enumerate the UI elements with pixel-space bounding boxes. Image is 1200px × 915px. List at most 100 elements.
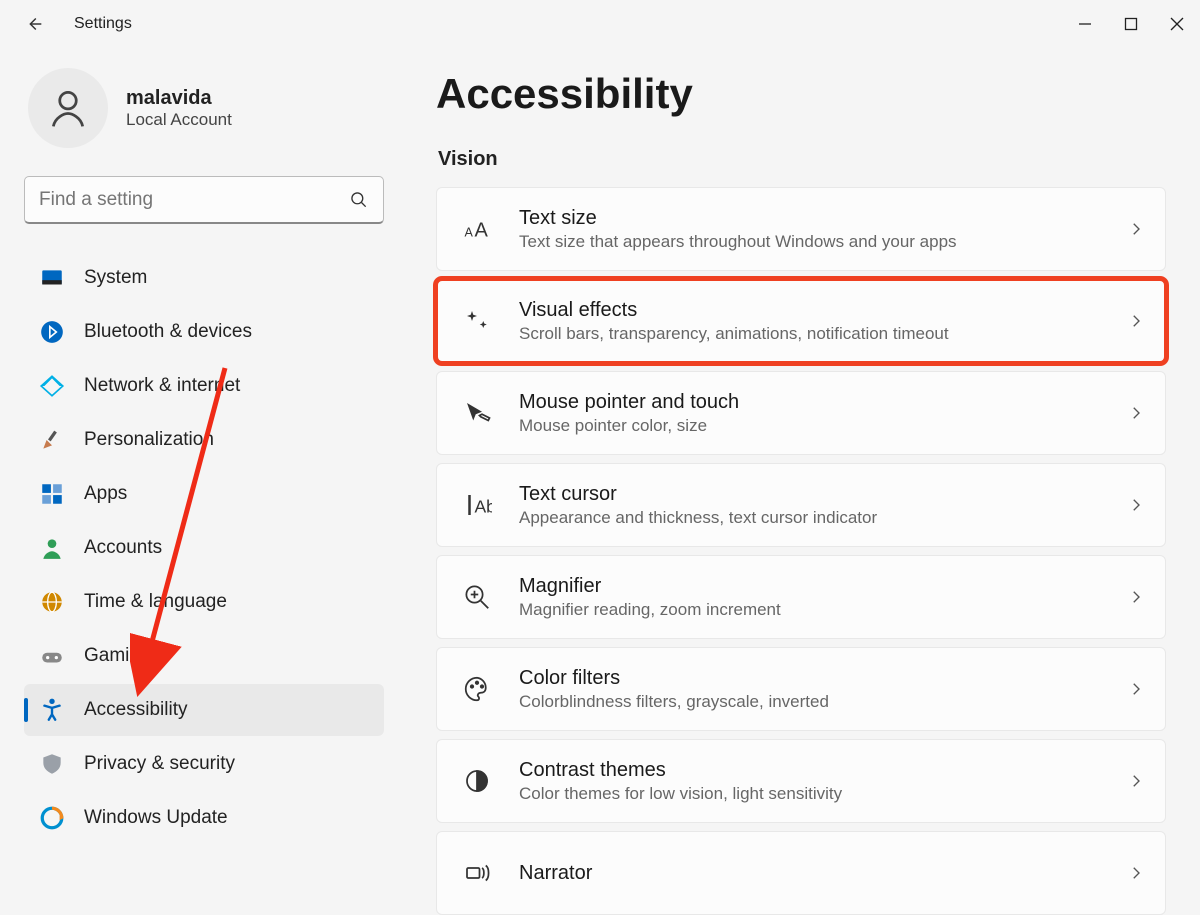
sidebar-item-label: Apps [84,483,127,505]
account-block[interactable]: malavida Local Account [24,68,384,148]
gaming-icon [38,642,66,670]
svg-text:A: A [465,226,474,240]
card-text: Narrator [519,862,1127,885]
page-title: Accessibility [436,70,1166,118]
close-icon [1170,17,1184,31]
minimize-button[interactable] [1062,2,1108,46]
sidebar-item-apps[interactable]: Apps [24,468,384,520]
narrator-icon [457,858,497,888]
card-magnifier[interactable]: Magnifier Magnifier reading, zoom increm… [436,555,1166,639]
chevron-right-icon [1127,220,1145,238]
card-text: Color filters Colorblindness filters, gr… [519,667,1127,712]
svg-text:Ab: Ab [475,497,493,517]
card-text-size[interactable]: AA Text size Text size that appears thro… [436,187,1166,271]
sidebar-item-label: Network & internet [84,375,240,397]
card-title: Color filters [519,667,1127,690]
card-narrator[interactable]: Narrator [436,831,1166,915]
cursor-icon [457,398,497,428]
card-text: Contrast themes Color themes for low vis… [519,759,1127,804]
sidebar-item-label: System [84,267,147,289]
sidebar-item-wifi[interactable]: Network & internet [24,360,384,412]
section-label: Vision [438,148,1166,171]
sidebar: malavida Local Account System Bluetooth &… [0,48,400,915]
search-input[interactable] [39,189,349,211]
card-sparkle[interactable]: Visual effects Scroll bars, transparency… [436,279,1166,363]
chevron-right-icon [1127,312,1145,330]
close-button[interactable] [1154,2,1200,46]
brush-icon [38,426,66,454]
chevron-right-icon [1127,772,1145,790]
card-sub: Text size that appears throughout Window… [519,232,1127,252]
chevron-right-icon [1127,864,1145,882]
card-title: Text size [519,207,1127,230]
cards: AA Text size Text size that appears thro… [436,187,1166,915]
minimize-icon [1078,17,1092,31]
card-title: Narrator [519,862,1127,885]
sidebar-item-label: Bluetooth & devices [84,321,252,343]
sidebar-item-globe[interactable]: Time & language [24,576,384,628]
apps-icon [38,480,66,508]
bluetooth-icon [38,318,66,346]
card-title: Contrast themes [519,759,1127,782]
card-contrast[interactable]: Contrast themes Color themes for low vis… [436,739,1166,823]
sidebar-item-label: Windows Update [84,807,228,829]
window-controls [1062,2,1200,46]
main: Accessibility Vision AA Text size Text s… [400,48,1200,915]
card-title: Text cursor [519,483,1127,506]
card-sub: Magnifier reading, zoom increment [519,600,1127,620]
chevron-right-icon [1127,496,1145,514]
search-box[interactable] [24,176,384,224]
sidebar-item-label: Accessibility [84,699,187,721]
sidebar-item-label: Privacy & security [84,753,235,775]
sidebar-item-label: Gaming [84,645,151,667]
content: malavida Local Account System Bluetooth &… [0,48,1200,915]
app-title: Settings [74,15,132,33]
globe-icon [38,588,66,616]
magnifier-icon [457,582,497,612]
card-sub: Scroll bars, transparency, animations, n… [519,324,1127,344]
avatar [28,68,108,148]
card-text: Mouse pointer and touch Mouse pointer co… [519,391,1127,436]
sidebar-item-gaming[interactable]: Gaming [24,630,384,682]
card-text-cursor[interactable]: Ab Text cursor Appearance and thickness,… [436,463,1166,547]
sidebar-item-accessibility[interactable]: Accessibility [24,684,384,736]
card-sub: Mouse pointer color, size [519,416,1127,436]
card-cursor[interactable]: Mouse pointer and touch Mouse pointer co… [436,371,1166,455]
back-button[interactable] [18,8,50,40]
nav: System Bluetooth & devices Network & inter… [24,252,384,844]
person-icon [46,86,90,130]
card-title: Magnifier [519,575,1127,598]
sidebar-item-shield[interactable]: Privacy & security [24,738,384,790]
card-text: Text cursor Appearance and thickness, te… [519,483,1127,528]
back-arrow-icon [23,13,45,35]
titlebar: Settings [0,0,1200,48]
chevron-right-icon [1127,404,1145,422]
accessibility-icon [38,696,66,724]
sidebar-item-label: Accounts [84,537,162,559]
sidebar-item-bluetooth[interactable]: Bluetooth & devices [24,306,384,358]
sidebar-item-brush[interactable]: Personalization [24,414,384,466]
search-icon [349,190,369,210]
sidebar-item-update[interactable]: Windows Update [24,792,384,844]
sidebar-item-system[interactable]: System [24,252,384,304]
card-text: Magnifier Magnifier reading, zoom increm… [519,575,1127,620]
card-sub: Colorblindness filters, grayscale, inver… [519,692,1127,712]
card-text: Text size Text size that appears through… [519,207,1127,252]
sidebar-item-label: Personalization [84,429,214,451]
card-sub: Color themes for low vision, light sensi… [519,784,1127,804]
svg-text:A: A [475,220,489,242]
card-title: Visual effects [519,299,1127,322]
sparkle-icon [457,306,497,336]
wifi-icon [38,372,66,400]
palette-icon [457,674,497,704]
card-sub: Appearance and thickness, text cursor in… [519,508,1127,528]
contrast-icon [457,766,497,796]
sidebar-item-accounts[interactable]: Accounts [24,522,384,574]
text-cursor-icon: Ab [457,490,497,520]
card-palette[interactable]: Color filters Colorblindness filters, gr… [436,647,1166,731]
account-sub: Local Account [126,110,232,130]
text-size-icon: AA [457,214,497,244]
maximize-icon [1124,17,1138,31]
maximize-button[interactable] [1108,2,1154,46]
account-text: malavida Local Account [126,87,232,130]
